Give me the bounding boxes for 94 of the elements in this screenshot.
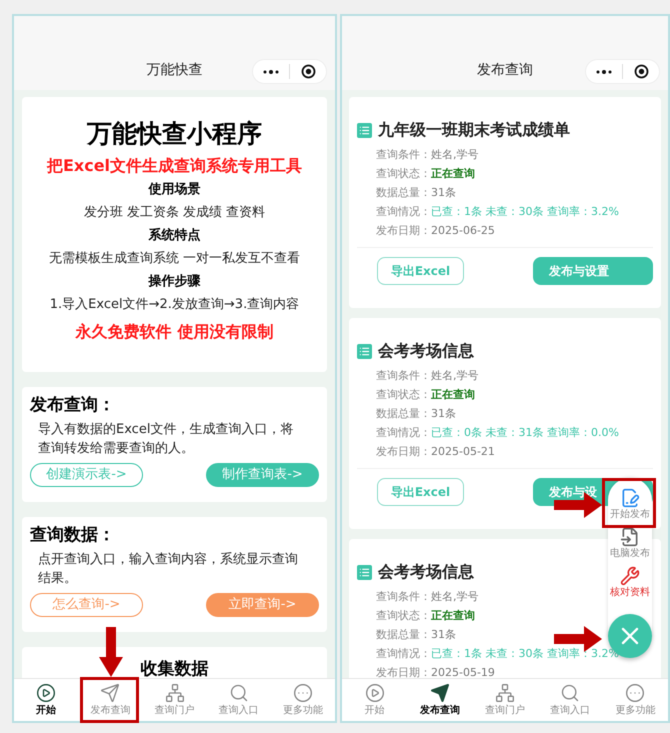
record-title: 会考考场信息 [378,561,474,583]
field-label: 数据总量： [376,627,431,643]
paper-plane-icon [430,683,450,703]
target-icon [300,64,316,79]
menu-label: 电脑发布 [610,548,650,560]
menu-item[interactable]: 电脑发布 [610,527,650,560]
search-icon [228,683,249,703]
highlight-frame [80,677,139,723]
field-value: 正在查询 [431,608,475,624]
field-label: 查询情况： [376,646,431,662]
field-value: 姓名,学号 [431,589,478,605]
app-name: 万能快查小程序 [87,118,262,150]
publish-settings-button[interactable]: 发布与设置 [533,257,653,285]
field-label: 查询状态： [376,608,431,624]
tab[interactable]: 更多功能 [270,679,335,721]
section-heading: 操作步骤 [148,273,200,291]
tab[interactable]: 更多功能 [602,679,668,721]
wrench-icon [620,566,640,586]
field-label: 查询情况： [376,204,431,220]
search-icon [560,683,580,703]
more-icon [292,683,313,703]
menu-label: 核对资料 [610,587,650,599]
feature-title: 发布查询： [30,394,116,417]
field-label: 数据总量： [376,185,431,201]
highlight-frame [602,478,656,528]
network-icon [164,683,184,703]
feature-description: 导入有数据的Excel文件，生成查询入口，将查询转发给需要查询的人。 [37,421,294,458]
field-value: 姓名,学号 [431,147,478,163]
record-title: 九年级一班期末考试成绩单 [378,119,570,141]
tab[interactable]: 发布查询 [407,679,472,721]
field-value: 姓名,学号 [431,368,478,384]
play-icon [364,683,385,703]
field-label: 数据总量： [376,406,431,422]
list-icon [357,564,372,580]
section-text: 无需模板生成查询系统 一对一私发互不查看 [48,250,300,268]
file-import-icon [620,527,640,547]
page-title: 发布查询 [477,61,533,80]
field-value: 31条 [431,185,456,201]
page-title: 万能快查 [146,61,202,80]
field-label: 查询条件： [376,368,431,384]
field-value: 已查：1条 未查：30条 查询率：3.2% [431,204,619,220]
list-icon [357,344,372,358]
tab[interactable]: 开始 [14,679,78,721]
field-label: 查询状态： [376,166,431,182]
annotation-arrow [99,627,123,677]
menu-item[interactable]: 核对资料 [610,566,650,599]
list-icon [357,122,372,138]
tab[interactable]: 查询门户 [142,679,207,721]
action-button[interactable]: 立即查询-> [206,593,319,617]
field-value: 正在查询 [431,387,475,403]
field-value: 2025-06-25 [431,223,495,239]
edit-document-icon [620,488,640,508]
target-icon [634,64,648,79]
section-text: 发分班 发工资条 发成绩 查资料 [84,204,266,222]
field-value: 2025-05-19 [431,665,495,678]
field-value: 正在查询 [431,166,475,182]
section-title: 收集数据 [140,658,208,678]
feature-description: 点开查询入口，输入查询内容，系统显示查询结果。 [37,551,299,588]
more-icon [625,683,646,703]
field-label: 查询条件： [376,589,431,605]
field-label: 查询状态： [376,387,431,403]
field-value: 已查：0条 未查：31条 查询率：0.0% [431,425,619,441]
paper-plane-icon [100,683,120,703]
tagline: 把Excel文件生成查询系统专用工具 [46,155,302,177]
field-label: 发布日期： [376,444,431,460]
field-value: 31条 [431,406,456,422]
section-text: 1.导入Excel文件→2.发放查询→3.查询内容 [50,296,300,314]
field-label: 查询情况： [376,425,431,441]
free-note: 永久免费软件 使用没有限制 [76,321,274,343]
field-value: 已查：1条 未查：30条 查询率：3.2% [431,646,619,662]
tab[interactable]: 发布查询 [78,679,142,721]
field-label: 查询条件： [376,147,431,163]
field-label: 发布日期： [376,223,431,239]
dots-icon [596,70,612,74]
field-value: 2025-05-21 [431,444,495,460]
tab[interactable]: 查询入口 [538,679,603,721]
action-button[interactable]: 制作查询表-> [206,463,319,487]
tab[interactable]: 开始 [342,679,408,721]
tab[interactable]: 查询入口 [206,679,271,721]
section-heading: 使用场景 [148,181,200,199]
dots-icon [263,70,279,74]
feature-title: 查询数据： [30,524,116,547]
network-icon [495,683,515,703]
guide-button[interactable]: 创建演示表-> [30,463,143,487]
field-label: 发布日期： [376,665,431,678]
section-heading: 系统特点 [148,226,200,245]
play-icon [36,683,56,703]
export-button[interactable]: 导出Excel [377,257,464,285]
guide-button[interactable]: 怎么查询-> [30,593,143,617]
field-value: 31条 [431,627,456,643]
tab[interactable]: 查询门户 [472,679,538,721]
export-button[interactable]: 导出Excel [377,478,464,506]
menu-label: 开始发布 [610,509,650,521]
record-title: 会考考场信息 [378,340,474,362]
